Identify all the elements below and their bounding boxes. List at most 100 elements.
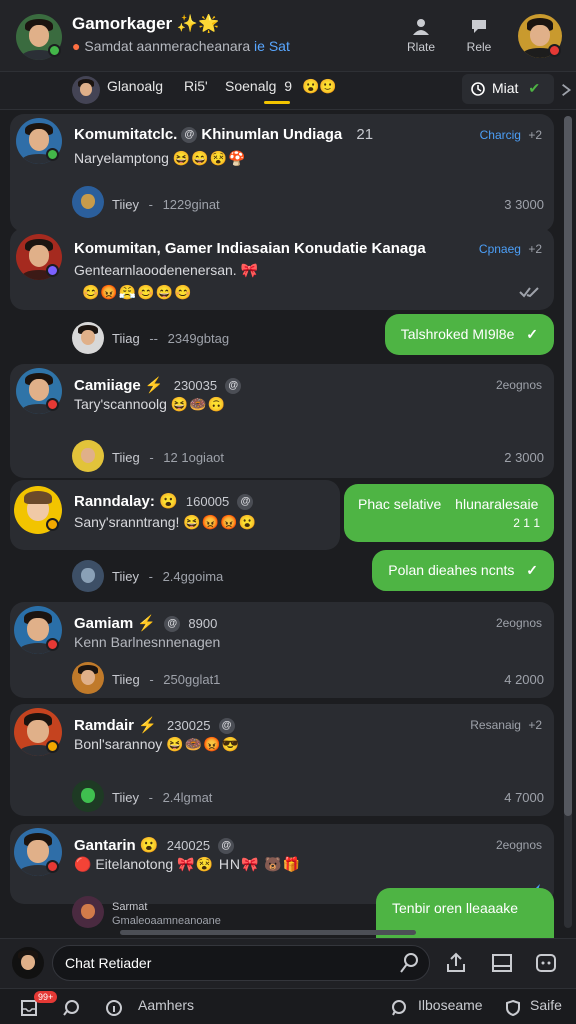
outgoing-message[interactable]: Phac selative hlunaralesaie 2 1 1 [344,484,554,542]
info-icon[interactable] [105,999,123,1017]
reply-name: Tiieg [112,450,140,465]
mat-button[interactable]: Miat ✔ [462,74,554,104]
reply-sep: - [148,197,153,212]
sender-num: 21 [356,126,374,143]
reply-row[interactable]: Tiiey - 2.4lgmat [112,790,212,805]
emoji-reactions[interactable]: 🎀😵 HN🎀 🐻🎁 [177,856,301,872]
message-composer [0,938,576,988]
card-meta-count: +2 [528,242,542,256]
composer-avatar[interactable] [12,947,44,979]
message-text: 🔴 Eitelanotong 🎀😵 HN🎀 🐻🎁 [74,856,301,873]
nav-item-members[interactable]: Aamhers [138,997,194,1013]
sender-name: Camiiage ⚡ 230035 @ [74,376,245,395]
outgoing-text: Polan dieahes ncnts [388,562,515,578]
sender-emoji: ⚡ [137,615,157,632]
chat-title-text: Gamorkager [72,14,173,33]
reply-date: 2349gbtag [167,331,230,346]
message-text: Sany'sranntrang! 😆😡😡😮 [74,514,257,531]
reply-row[interactable]: Tiieg - 12 1ogiaot [112,450,224,465]
emoji-reactions[interactable]: 😆😄😵🍄 [173,150,247,166]
overflow-icon[interactable] [560,82,574,98]
reply-name: Tiiey [112,790,139,805]
emoji-reactions[interactable]: 😆🍩😡😎 [166,736,240,752]
sender-name: Komumitan, Gamer Indiasaian Konudatie Ka… [74,240,426,257]
emoji-reactions[interactable]: 😊😡😤😊😄😊 [82,284,193,301]
card-meta-text: Charcig [479,128,521,142]
chat-bubble-icon[interactable] [390,999,408,1017]
message-input[interactable] [52,945,430,981]
sender-name-text: Ranndalay: [74,493,155,510]
speech-bubble-icon [472,20,486,33]
status-dot [46,148,59,161]
reply-name: Tiiey [112,569,139,584]
title-emoji: ✨🌟 [176,14,220,33]
message-card[interactable]: Ranndalay: 😮 160005 @ Sany'sranntrang! 😆… [10,480,340,550]
reply-sep: - [149,672,154,687]
message-text: Bonl'sarannoy 😆🍩😡😎 [74,736,240,753]
header-button-2[interactable]: Rele [456,14,502,60]
person-icon [413,19,429,35]
fire-icon: ● [72,38,81,54]
reply-date: 1229ginat [162,197,220,212]
message-card[interactable]: Komumitan, Gamer Indiasaian Konudatie Ka… [10,228,554,310]
share-icon[interactable] [444,951,468,975]
emoji-reactions[interactable]: 😆😡😡😮 [183,514,257,530]
app-header: Gamorkager ✨🌟 ● Samdat aanmeracheanara i… [0,0,576,72]
message-text-content: Tary'scannoolg [74,396,167,412]
verified-badge: @ [181,127,198,144]
header-button-1[interactable]: Rlate [398,14,444,60]
sender-name-extra: Khinumlan Undiaga [201,126,343,143]
outgoing-message[interactable]: Polan dieahes ncnts ✓ [372,550,554,591]
tab-2[interactable]: Ri5' [184,78,208,94]
outgoing-text: Talshroked MI9l8e [400,326,515,342]
chat-icon[interactable] [62,999,80,1017]
reply-row[interactable]: Tiiey - 2.4ggoima [112,569,223,584]
sent-check-icon: ✓ [526,562,538,578]
reply-row[interactable]: Sarmat Gmaleoaamneanoane [112,900,221,928]
scroll-thumb[interactable] [564,116,572,816]
reply-time: 4 2000 [504,672,544,687]
reply-sep: - [148,790,153,805]
mat-label: Miat [492,80,519,96]
outgoing-text: Phac selative [358,496,442,512]
message-text: Tary'scannoolg 😆🍩🙃 [74,396,226,413]
tab-3-count: 9 [284,78,293,94]
vertical-scrollbar[interactable] [564,116,572,928]
card-meta[interactable]: Charcig +2 [480,128,542,142]
reply-row[interactable]: Tiieg - 250gglat1 [112,672,220,687]
profile-status-busy [548,44,561,57]
reply-avatar [72,896,104,928]
search-icon[interactable] [398,951,422,975]
reply-row[interactable]: Tiiag -- 2349gbtag [112,331,229,346]
more-options-icon[interactable] [534,951,558,975]
sender-emoji: 😮 [159,493,178,510]
message-text-content: Bonl'sarannoy [74,736,163,752]
tab-3[interactable]: Soenalg 9 😮🙂 [225,78,337,95]
reply-time: 2 3000 [504,450,544,465]
sender-name: Gamiam ⚡ @ 8900 [74,614,217,633]
header-button-2-label: Rele [466,40,492,54]
sender-name-text: Gantarin [74,837,136,854]
emoji-reactions[interactable]: 😆🍩🙃 [171,396,226,412]
reply-row[interactable]: Tiiey - 1229ginat [112,197,220,212]
horizontal-scrollbar[interactable] [120,930,416,935]
verified-badge: @ [164,616,181,633]
outgoing-message[interactable]: Talshroked MI9l8e ✓ [384,314,554,355]
nav-item-game[interactable]: Ilboseame [418,997,483,1013]
tab-3-emoji: 😮🙂 [301,78,337,94]
verified-badge: @ [237,494,254,511]
nav-item-safe[interactable]: Saife [530,997,562,1013]
tab-1[interactable]: Glanoalg [107,78,163,94]
message-text: Kenn Barlnesnnenagen [74,634,221,650]
window-icon[interactable] [490,951,514,975]
shield-icon[interactable] [504,999,522,1017]
card-meta[interactable]: Cpnaeg +2 [479,242,542,256]
reply-name: Sarmat [112,901,148,913]
bottom-navigation: 99+ Aamhers Ilboseame Saife [0,988,576,1024]
message-text-content: Naryelamptong [74,150,169,166]
chat-title: Gamorkager ✨🌟 [72,14,219,34]
chat-subtitle: ● Samdat aanmeracheanara ie Sat [72,38,290,54]
sender-name: Gantarin 😮 240025 @ [74,836,238,855]
subtitle-link[interactable]: ie Sat [254,38,290,54]
message-text: Gentearnlaoodenenersan. 🎀 [74,262,258,279]
